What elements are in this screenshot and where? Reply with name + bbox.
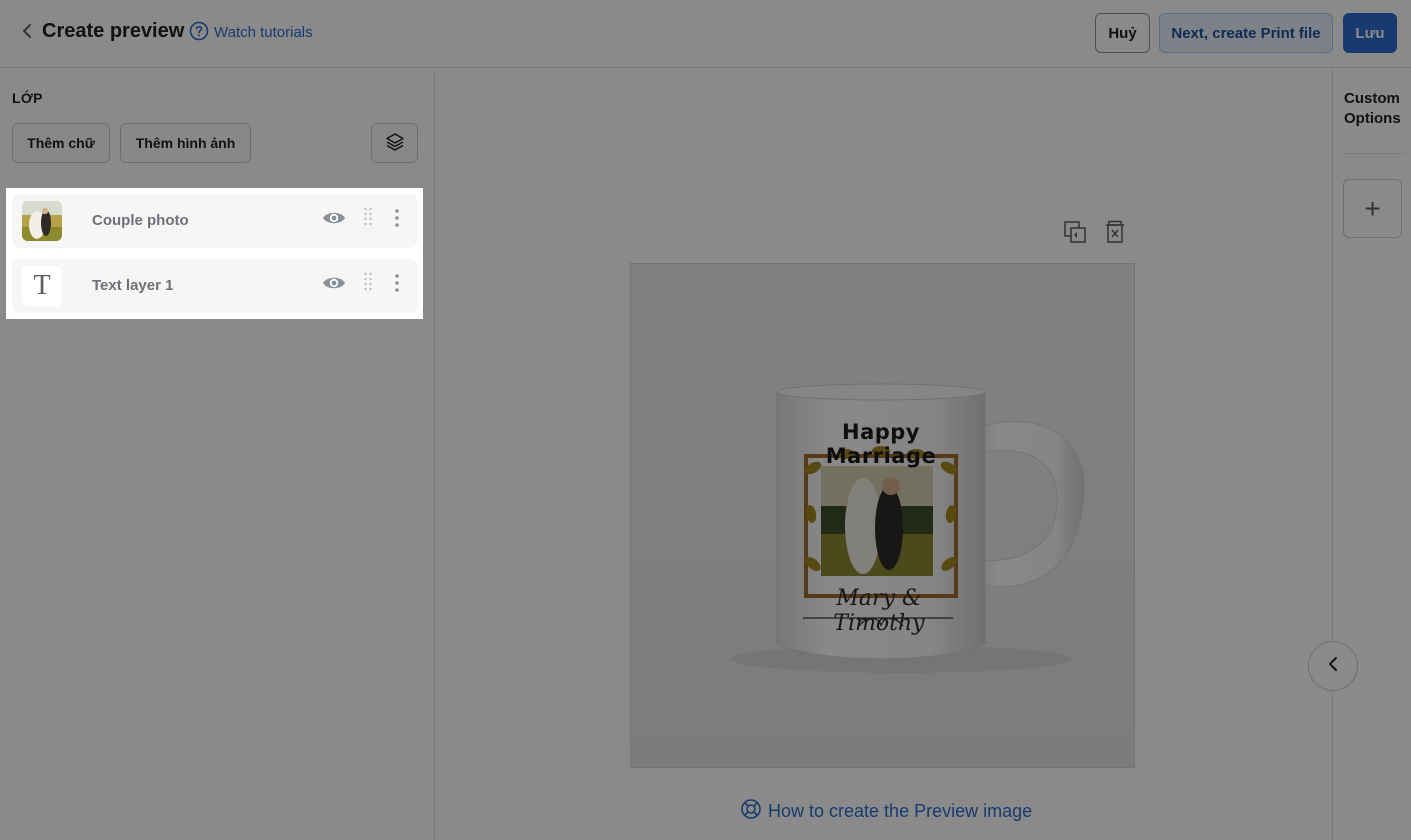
layer-thumbnail-photo bbox=[22, 201, 62, 241]
chevron-left-icon[interactable] bbox=[18, 20, 36, 42]
save-button[interactable]: Lưu bbox=[1343, 13, 1397, 53]
drag-handle-icon[interactable] bbox=[363, 206, 373, 228]
next-create-print-file-button[interactable]: Next, create Print file bbox=[1159, 13, 1333, 53]
layer-thumbnail-text: T bbox=[22, 266, 62, 306]
plus-icon: + bbox=[1364, 192, 1381, 224]
layer-list: Couple photo T Text layer 1 bbox=[6, 188, 423, 319]
eye-icon[interactable] bbox=[322, 273, 346, 293]
mug-mockup-image bbox=[631, 264, 1134, 767]
divider bbox=[1343, 153, 1405, 154]
custom-options-title: Custom Options bbox=[1344, 90, 1401, 127]
chevron-left-icon bbox=[1327, 656, 1339, 677]
lifebuoy-icon bbox=[740, 798, 762, 825]
layer-item-couple-photo[interactable]: Couple photo bbox=[12, 194, 418, 248]
mug-names-text: Mary & Timothy bbox=[833, 586, 925, 636]
preview-canvas[interactable]: Happy Marriage Mary & Timothy bbox=[630, 263, 1135, 768]
mug-title-text: Happy Marriage bbox=[825, 420, 937, 468]
layer-name: Couple photo bbox=[92, 212, 189, 229]
eye-icon[interactable] bbox=[322, 208, 346, 228]
custom-options-panel: Custom Options + bbox=[1332, 69, 1411, 840]
layers-stack-button[interactable] bbox=[371, 123, 418, 163]
layers-panel: LỚP Thêm chữ Thêm hình ảnh Couple photo bbox=[0, 69, 435, 840]
add-text-button[interactable]: Thêm chữ bbox=[12, 123, 110, 163]
more-vertical-icon[interactable] bbox=[392, 272, 402, 294]
how-to-create-preview-label: How to create the Preview image bbox=[768, 801, 1033, 821]
watch-tutorials-link[interactable]: Watch tutorials bbox=[214, 24, 313, 41]
collapse-panel-button[interactable] bbox=[1308, 641, 1358, 691]
add-custom-option-button[interactable]: + bbox=[1343, 179, 1402, 238]
question-circle-icon[interactable] bbox=[189, 21, 209, 41]
layers-heading: LỚP bbox=[12, 90, 43, 106]
how-to-create-preview-link[interactable]: How to create the Preview image bbox=[740, 798, 1032, 825]
duplicate-icon[interactable] bbox=[1063, 219, 1087, 245]
cancel-button[interactable]: Huỷ bbox=[1095, 13, 1150, 53]
layer-name: Text layer 1 bbox=[92, 277, 174, 294]
top-bar: Create preview Watch tutorials Huỷ Next,… bbox=[0, 0, 1411, 68]
page-title: Create preview bbox=[42, 20, 185, 42]
text-type-icon: T bbox=[33, 270, 51, 301]
layer-item-text-layer[interactable]: T Text layer 1 bbox=[12, 259, 418, 313]
layers-stack-icon bbox=[384, 131, 406, 156]
delete-icon[interactable] bbox=[1103, 219, 1127, 245]
drag-handle-icon[interactable] bbox=[363, 271, 373, 293]
more-vertical-icon[interactable] bbox=[392, 207, 402, 229]
preview-area: Happy Marriage Mary & Timothy How to cre… bbox=[435, 69, 1332, 840]
add-image-button[interactable]: Thêm hình ảnh bbox=[120, 123, 251, 163]
